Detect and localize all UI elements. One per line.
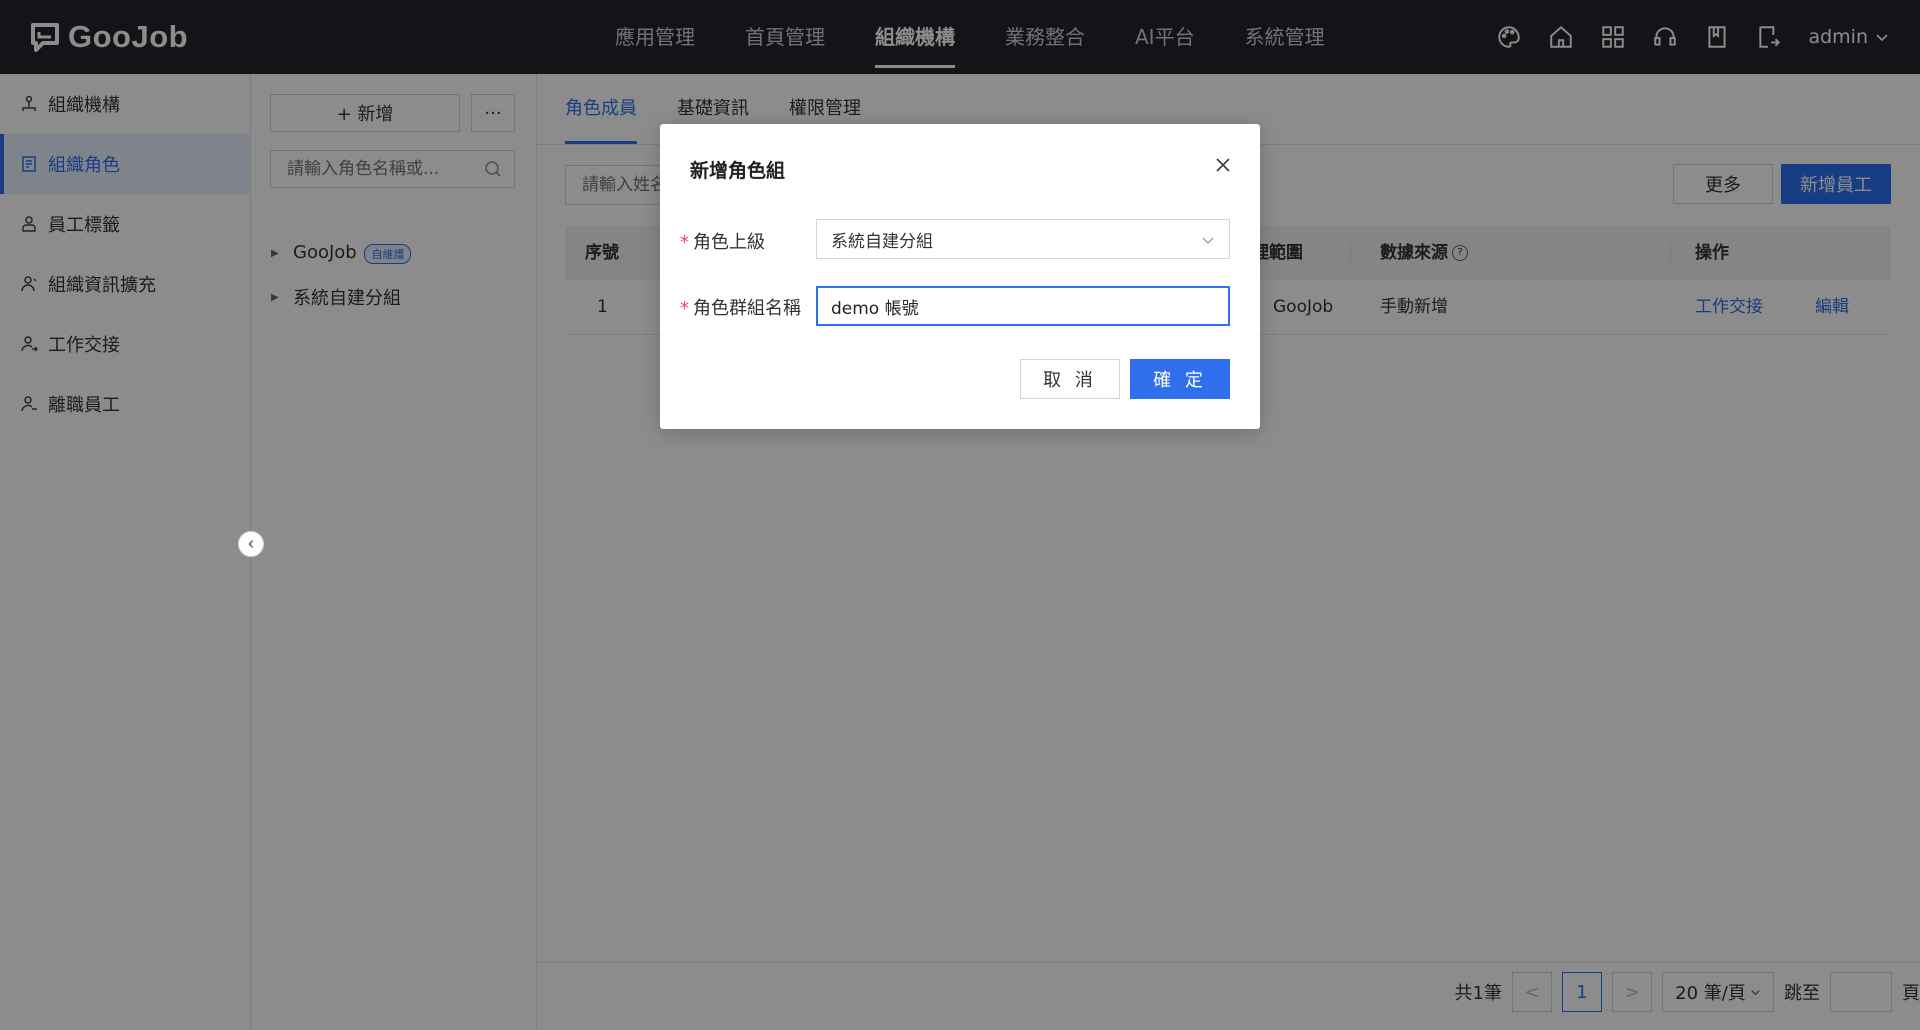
cancel-button[interactable]: 取 消 [1020,359,1120,399]
dialog-title: 新增角色組 [690,160,786,182]
group-name-input[interactable] [816,286,1230,326]
required-mark: * [680,232,689,253]
confirm-button[interactable]: 確 定 [1130,359,1230,399]
parent-role-select[interactable]: 系統自建分組 [816,219,1230,259]
parent-role-value: 系統自建分組 [831,231,933,252]
close-icon[interactable] [1212,154,1234,176]
chevron-left-icon [248,540,254,548]
collapse-sidebar-button[interactable] [238,531,264,557]
parent-role-label: * 角色上級 [680,232,765,253]
group-name-label: * 角色群組名稱 [680,298,801,319]
chevron-down-icon [1202,237,1214,244]
add-role-group-dialog: 新增角色組 *角色上級 系統自建分組 *角色群組名稱 取 消 確 定 [660,124,1260,429]
required-mark: * [680,298,689,319]
